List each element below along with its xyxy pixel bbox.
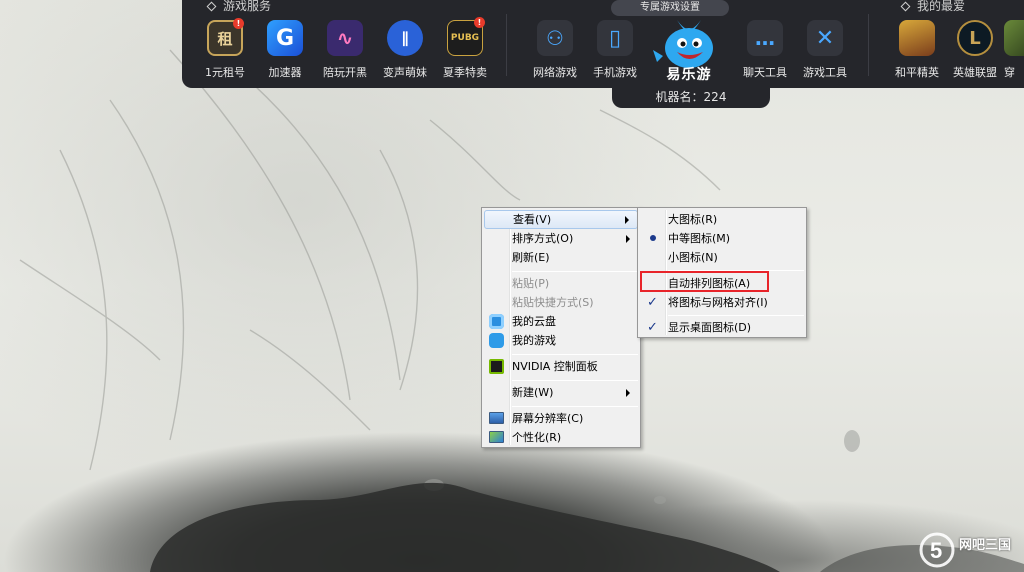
radio-dot-icon — [650, 235, 656, 241]
screen-resolution-icon — [489, 412, 504, 424]
league-of-legends-icon: L — [957, 20, 993, 56]
menu-item-sort-by[interactable]: 排序方式(O) — [484, 229, 638, 248]
app-accelerator[interactable]: G 加速器 — [256, 20, 314, 80]
watermark-text: 网吧三国 — [959, 538, 1012, 553]
app-label: 陪玩开黑 — [323, 66, 367, 79]
rent-account-icon: 租! — [207, 18, 244, 56]
accelerator-icon: G — [267, 20, 303, 56]
app-label: 加速器 — [268, 66, 302, 79]
menu-separator — [512, 380, 638, 381]
app-label: 聊天工具 — [743, 66, 787, 79]
app-league-of-legends[interactable]: L 英雄联盟 — [946, 20, 1004, 80]
voice-changer-icon: ∥ — [387, 20, 423, 56]
checkmark-icon: ✓ — [647, 295, 658, 310]
menu-item-my-games[interactable]: 我的游戏 — [484, 331, 638, 350]
personalize-icon — [489, 431, 504, 443]
app-crossfire[interactable]: 穿 — [1004, 20, 1024, 80]
menu-item-personalize[interactable]: 个性化(R) — [484, 428, 638, 447]
crossfire-icon — [1004, 20, 1024, 56]
menu-separator — [512, 406, 638, 407]
menu-item-view[interactable]: 查看(V) — [484, 210, 638, 229]
app-chat-tools[interactable]: … 聊天工具 — [736, 20, 794, 80]
peace-elite-icon — [899, 20, 935, 56]
gamepad-icon: ⚇ — [537, 20, 573, 56]
app-online-games[interactable]: ⚇ 网络游戏 — [526, 20, 584, 80]
submenu-arrow-icon — [626, 389, 630, 397]
submenu-item-align-to-grid[interactable]: ✓ 将图标与网格对齐(I) — [640, 293, 804, 312]
my-favorites-title: 我的最爱 — [900, 0, 965, 14]
game-services-title: 游戏服务 — [206, 0, 271, 14]
menu-separator — [512, 354, 638, 355]
watermark-logo-icon: 5 — [919, 532, 955, 568]
submenu-item-medium-icons[interactable]: 中等图标(M) — [640, 229, 804, 248]
app-label: 1元租号 — [205, 66, 245, 79]
menu-item-new[interactable]: 新建(W) — [484, 383, 638, 402]
menu-item-my-cloud-disk[interactable]: 我的云盘 — [484, 312, 638, 331]
app-companion-play[interactable]: ∿ 陪玩开黑 — [316, 20, 374, 80]
annotation-highlight-box — [640, 271, 769, 292]
app-voice-changer[interactable]: ∥ 变声萌妹 — [376, 20, 434, 80]
desktop-context-menu: 查看(V) 排序方式(O) 刷新(E) 粘贴(P) 粘贴快捷方式(S) 我的云盘… — [481, 207, 641, 448]
submenu-arrow-icon — [625, 216, 629, 224]
app-rent-account[interactable]: 租! 1元租号 — [196, 18, 254, 80]
nvidia-icon — [489, 359, 504, 374]
companion-play-icon: ∿ — [327, 20, 363, 56]
app-label: 变声萌妹 — [383, 66, 427, 79]
submenu-item-large-icons[interactable]: 大图标(R) — [640, 210, 804, 229]
checkmark-icon: ✓ — [647, 320, 658, 335]
app-label: 穿 — [1004, 66, 1015, 79]
menu-item-refresh[interactable]: 刷新(E) — [484, 248, 638, 267]
pubg-sale-icon: PUBG! — [447, 17, 485, 56]
crossed-swords-icon: ✕ — [807, 20, 843, 56]
app-label: 游戏工具 — [803, 66, 847, 79]
yileyou-mascot[interactable]: 专属游戏设置 易乐游 — [611, 0, 729, 86]
section-divider — [506, 14, 507, 76]
cloud-disk-icon — [489, 314, 504, 329]
menu-item-screen-resolution[interactable]: 屏幕分辨率(C) — [484, 409, 638, 428]
menu-separator — [512, 271, 638, 272]
section-divider — [868, 14, 869, 76]
launcher-bar: 游戏服务 我的最爱 租! 1元租号 G 加速器 ∿ 陪玩开黑 ∥ 变声萌妹 PU… — [182, 0, 1024, 108]
diamond-icon — [206, 1, 217, 12]
app-label: 网络游戏 — [533, 66, 577, 79]
notification-badge: ! — [233, 18, 244, 29]
menu-item-paste[interactable]: 粘贴(P) — [484, 274, 638, 293]
submenu-arrow-icon — [626, 235, 630, 243]
mascot-logo: 易乐游 — [666, 67, 712, 83]
submenu-item-show-desktop-icons[interactable]: ✓ 显示桌面图标(D) — [640, 318, 804, 337]
chat-bubble-icon: … — [747, 20, 783, 56]
app-game-tools[interactable]: ✕ 游戏工具 — [796, 20, 854, 80]
app-summer-sale[interactable]: PUBG! 夏季特卖 — [436, 17, 494, 80]
submenu-item-small-icons[interactable]: 小图标(N) — [640, 248, 804, 267]
menu-item-paste-shortcut[interactable]: 粘贴快捷方式(S) — [484, 293, 638, 312]
app-label: 和平精英 — [895, 66, 939, 79]
app-label: 手机游戏 — [593, 66, 637, 79]
machine-name: 机器名：224 — [612, 86, 770, 108]
my-games-icon — [489, 333, 504, 348]
watermark-logo-text: 5 — [930, 538, 942, 563]
app-label: 英雄联盟 — [953, 66, 997, 79]
mobile-phone-icon: ▯ — [597, 20, 633, 56]
app-peace-elite[interactable]: 和平精英 — [888, 20, 946, 80]
notification-badge: ! — [474, 17, 485, 28]
menu-separator — [668, 315, 804, 316]
diamond-icon — [900, 1, 911, 12]
app-mobile-games[interactable]: ▯ 手机游戏 — [586, 20, 644, 80]
watermark: 5 网吧三国 — [915, 530, 1024, 572]
menu-item-nvidia-control-panel[interactable]: NVIDIA 控制面板 — [484, 357, 638, 376]
app-label: 夏季特卖 — [443, 66, 487, 79]
